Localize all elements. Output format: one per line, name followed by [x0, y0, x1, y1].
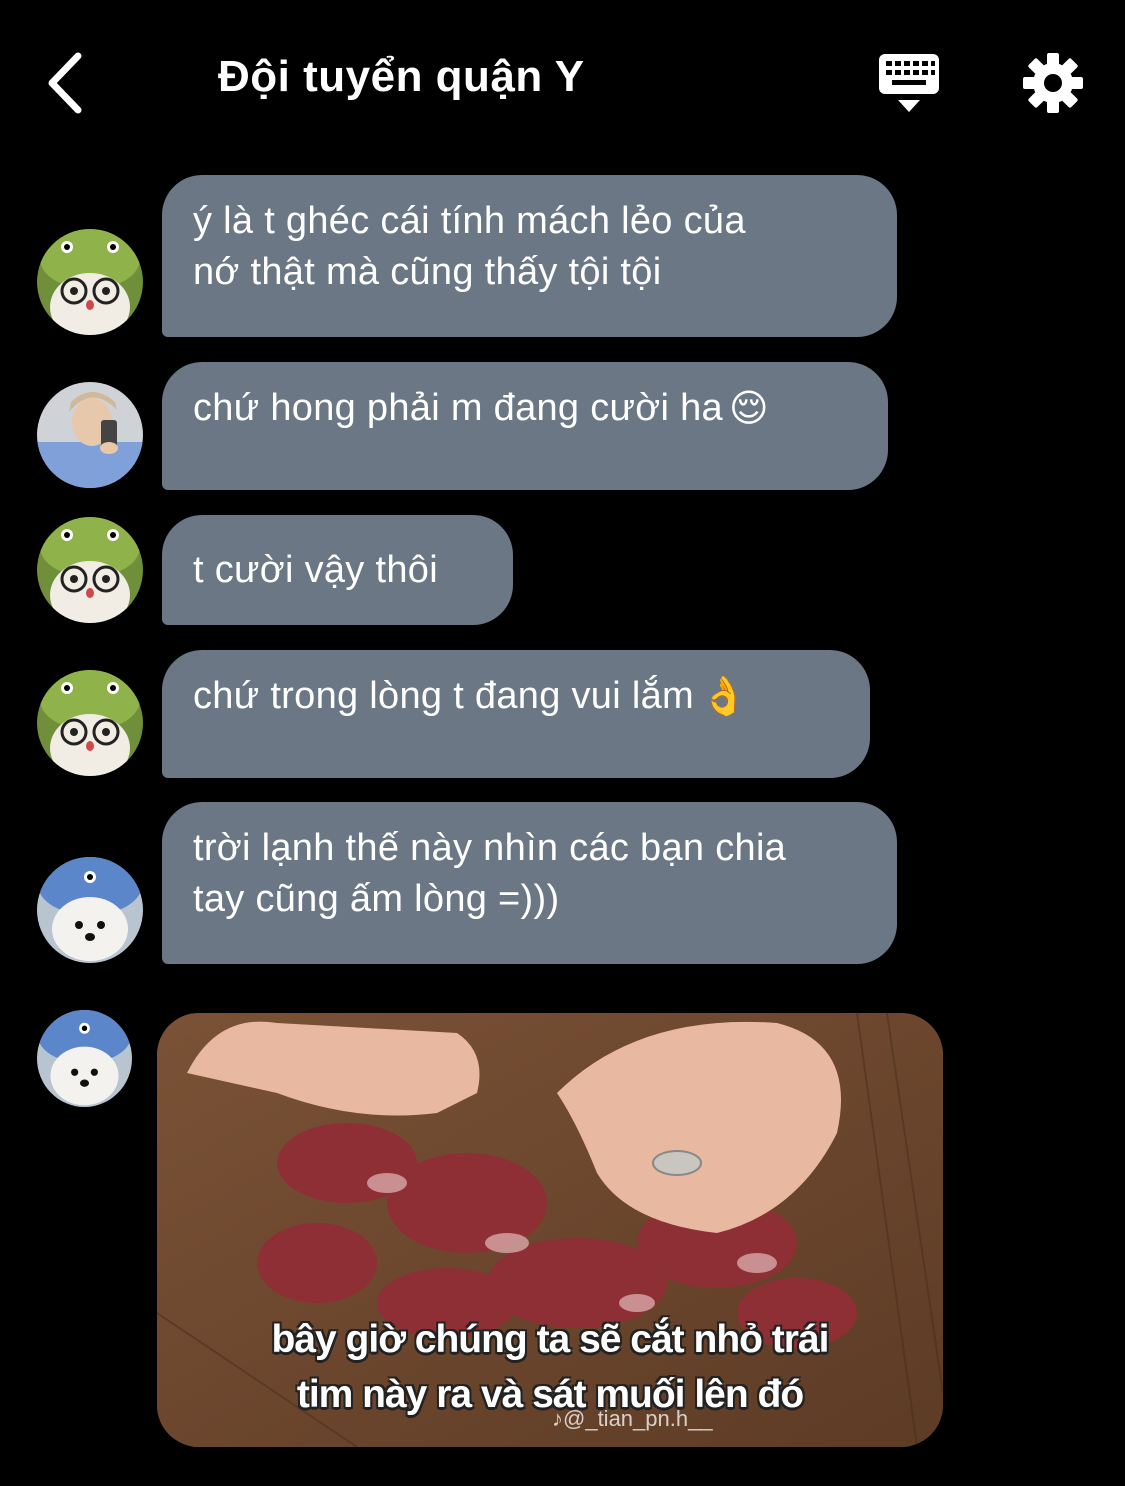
back-button[interactable] [40, 48, 100, 118]
blue-hat-dog-avatar[interactable] [37, 1010, 132, 1107]
message-line-wrap: chứ trong lòng t đang vui lắm 👌 [193, 671, 840, 723]
gear-icon [1023, 53, 1083, 113]
message-bubble[interactable]: trời lạnh thế này nhìn các bạn chia tay … [162, 802, 897, 964]
keyboard-icon [879, 54, 939, 112]
image-watermark: ♪@_tian_pn.h__ [552, 1406, 713, 1431]
ok-hand-emoji: 👌 [699, 676, 748, 719]
message-bubble[interactable]: ý là t ghéc cái tính mách lẻo của nớ thậ… [162, 175, 897, 337]
message-bubble[interactable]: chứ trong lòng t đang vui lắm 👌 [162, 650, 870, 778]
blue-hat-dog-avatar[interactable] [37, 857, 143, 963]
message-line: t cười vậy thôi [193, 549, 438, 591]
green-hat-avatar[interactable] [37, 229, 143, 335]
keyboard-button[interactable] [876, 50, 942, 116]
message-line: chứ hong phải m đang cười ha [193, 387, 723, 429]
message-line-wrap: chứ hong phải m đang cười ha 😌 [193, 383, 858, 435]
photo-avatar[interactable] [37, 382, 143, 488]
relieved-face-emoji: 😌 [728, 388, 769, 431]
message-bubble[interactable]: t cười vậy thôi [162, 515, 513, 625]
chat-title: Đội tuyển quận Y [218, 52, 585, 101]
image-caption-line: bây giờ chúng ta sẽ cắt nhỏ trái [271, 1318, 830, 1361]
green-hat-avatar[interactable] [37, 670, 143, 776]
message-line: tay cũng ấm lòng =))) [193, 878, 560, 920]
message-bubble[interactable]: chứ hong phải m đang cười ha 😌 [162, 362, 888, 490]
message-line: trời lạnh thế này nhìn các bạn chia [193, 827, 787, 869]
chat-screen: Đội tuyển quận Y ý là t ghéc cái tính má… [0, 0, 1125, 1486]
image-caption-line: tim này ra và sát muối lên đó [296, 1373, 804, 1416]
chat-header: Đội tuyển quận Y [0, 0, 1125, 165]
image-message[interactable]: bây giờ chúng ta sẽ cắt nhỏ trái tim này… [157, 1013, 943, 1447]
message-line: ý là t ghéc cái tính mách lẻo của [193, 200, 746, 242]
settings-button[interactable] [1020, 50, 1086, 116]
message-line: chứ trong lòng t đang vui lắm [193, 675, 694, 717]
green-hat-avatar[interactable] [37, 517, 143, 623]
message-line: nớ thật mà cũng thấy tội tội [193, 251, 662, 293]
chevron-left-icon [48, 52, 82, 114]
